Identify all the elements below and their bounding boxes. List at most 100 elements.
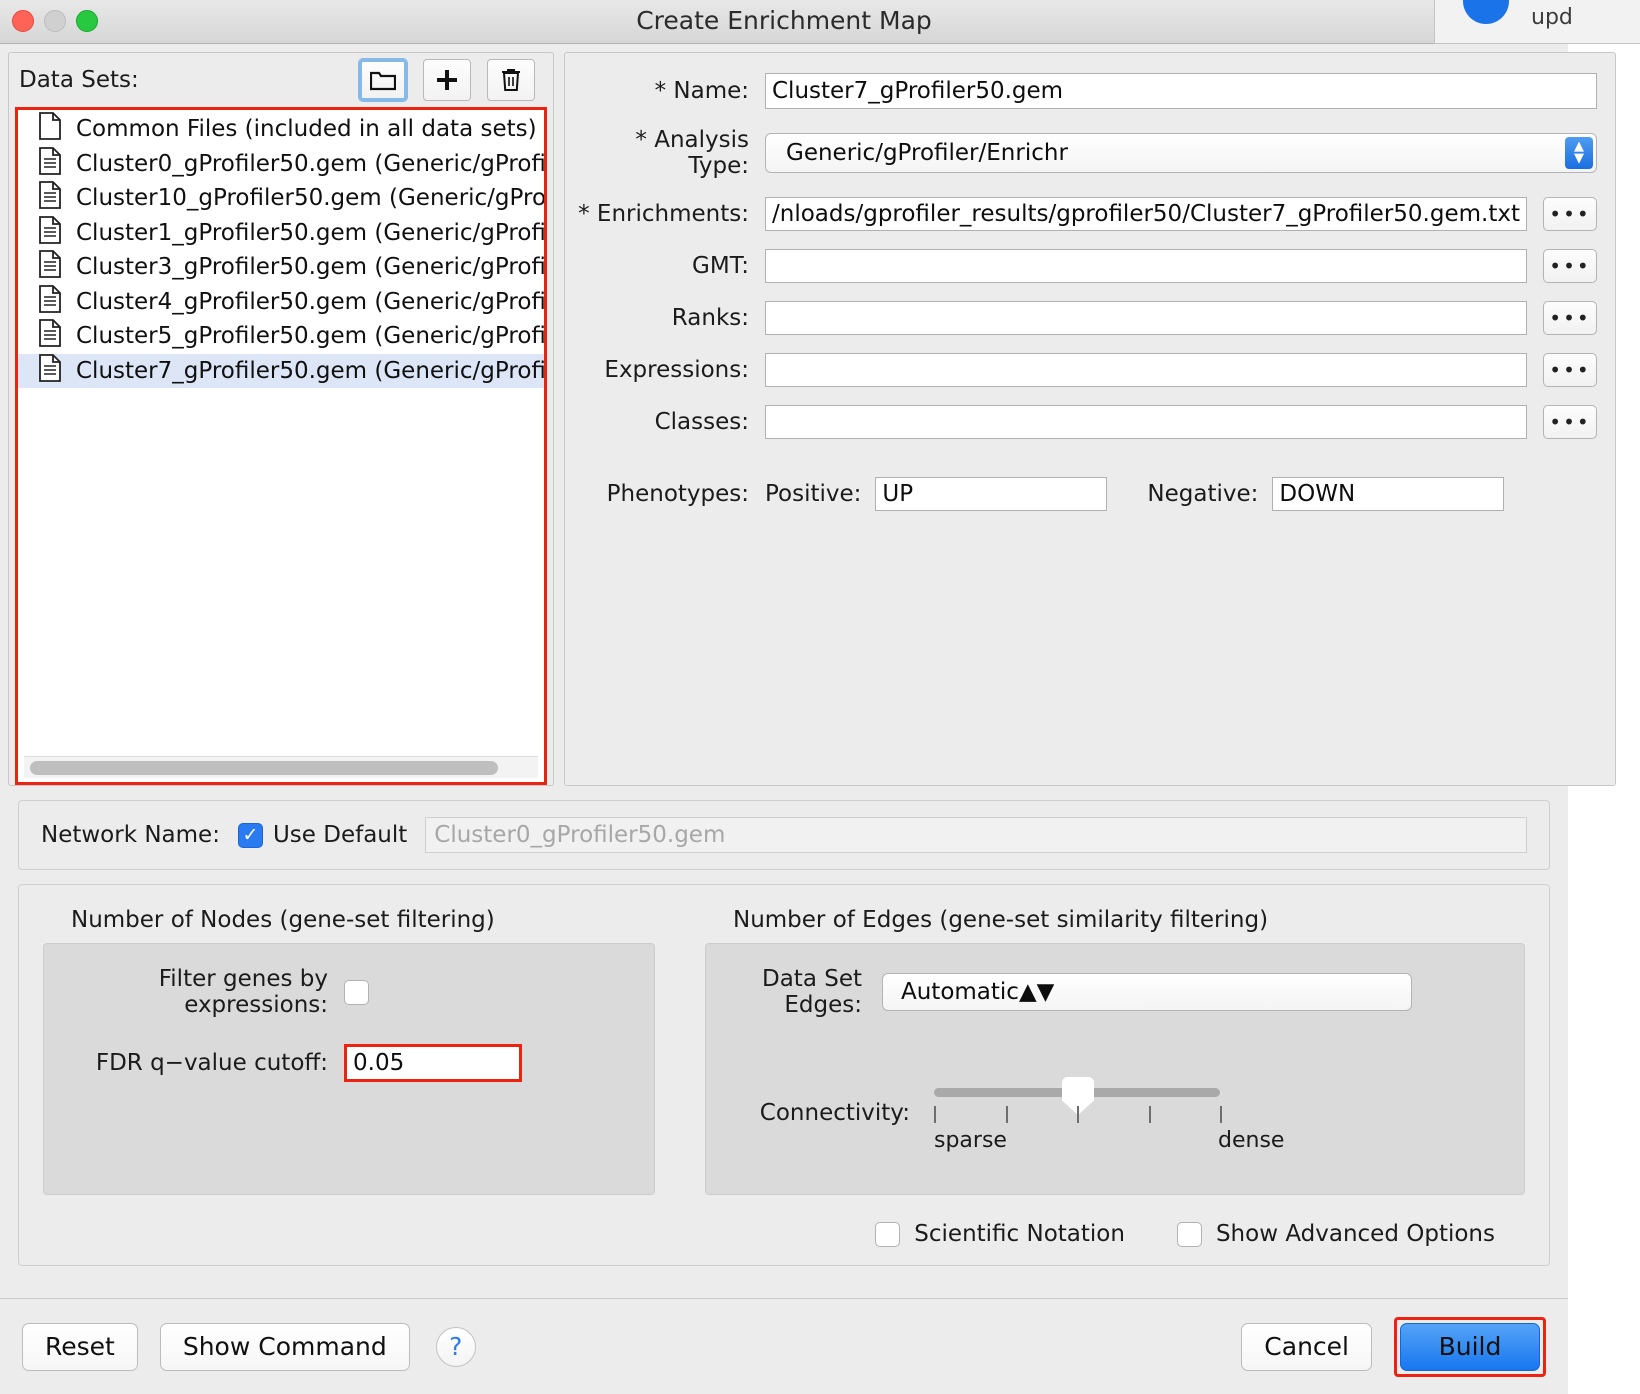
nodes-column: Number of Nodes (gene-set filtering) Fil… [43, 903, 655, 1195]
gmt-browse-button[interactable]: ••• [1542, 249, 1597, 283]
create-enrichment-map-window: Create Enrichment Map Data Sets: Common … [0, 0, 1616, 1394]
connectivity-min-label: sparse [934, 1128, 1007, 1153]
text-file-icon [38, 250, 64, 284]
fdr-input[interactable]: 0.05 [344, 1044, 522, 1082]
expressions-row: Expressions: ••• [575, 353, 1597, 387]
nodes-panel-title: Number of Nodes (gene-set filtering) [71, 907, 495, 933]
connectivity-tick [1148, 1106, 1151, 1123]
expressions-browse-button[interactable]: ••• [1542, 353, 1597, 387]
network-name-input[interactable]: Cluster0_gProfiler50.gem [425, 817, 1527, 853]
reset-button[interactable]: Reset [22, 1322, 138, 1371]
ranks-browse-button[interactable]: ••• [1542, 301, 1597, 335]
data-set-row-label: Cluster0_gProfiler50.gem (Generic/gProfi… [76, 150, 544, 177]
connectivity-tick [1077, 1106, 1079, 1123]
chevron-updown-icon[interactable]: ▲▼ [1564, 137, 1593, 169]
connectivity-max-label: dense [1218, 1128, 1285, 1153]
data-set-row[interactable]: Cluster4_gProfiler50.gem (Generic/gProfi… [18, 284, 544, 320]
text-file-icon [38, 319, 64, 353]
classes-label: Classes: [654, 409, 749, 435]
external-circle-icon [1463, 0, 1509, 24]
expressions-input[interactable] [765, 353, 1527, 387]
gmt-row: GMT: ••• [575, 249, 1597, 283]
main-split: Data Sets: Common Files (included in all… [0, 44, 1616, 786]
delete-button[interactable] [487, 59, 535, 101]
scrollbar-thumb[interactable] [30, 761, 498, 775]
negative-input[interactable]: DOWN [1272, 477, 1505, 511]
data-sets-label: Data Sets: [19, 67, 139, 93]
use-default-label: Use Default [272, 822, 408, 848]
data-set-edges-label: Data Set Edges: [762, 966, 862, 1018]
text-file-icon [38, 353, 64, 388]
analysis-type-select[interactable]: Generic/gProfiler/Enrichr ▲ ▼ [765, 133, 1597, 173]
data-set-row[interactable]: Cluster5_gProfiler50.gem (Generic/gProfi… [18, 319, 544, 354]
edges-panel-box: Data Set Edges: Automatic ▲▼ Connectivit… [705, 943, 1525, 1195]
text-file-icon [38, 215, 64, 250]
analysis-type-label: * Analysis Type: [635, 127, 749, 179]
ranks-row: Ranks: ••• [575, 301, 1597, 335]
data-set-edges-select[interactable]: Automatic ▲▼ [882, 973, 1412, 1011]
data-set-row[interactable]: Cluster10_gProfiler50.gem (Generic/gProf… [18, 181, 544, 216]
data-sets-list[interactable]: Common Files (included in all data sets)… [18, 110, 544, 388]
window-title: Create Enrichment Map [636, 6, 932, 35]
data-sets-pane: Data Sets: Common Files (included in all… [8, 52, 554, 786]
edges-panel-title: Number of Edges (gene-set similarity fil… [733, 907, 1269, 933]
data-set-row[interactable]: Cluster0_gProfiler50.gem (Generic/gProfi… [18, 146, 544, 182]
data-set-row-label: Cluster10_gProfiler50.gem (Generic/gProf… [76, 185, 544, 212]
blank-file-icon [38, 112, 64, 146]
data-set-row[interactable]: Cluster1_gProfiler50.gem (Generic/gProfi… [18, 215, 544, 251]
filter-genes-row: Filter genes by expressions: [44, 966, 654, 1018]
show-advanced-option[interactable]: Show Advanced Options [1176, 1221, 1495, 1247]
data-set-row-label: Cluster3_gProfiler50.gem (Generic/gProfi… [76, 254, 544, 281]
positive-input[interactable]: UP [875, 477, 1108, 511]
scientific-notation-checkbox[interactable] [875, 1221, 901, 1247]
classes-row: Classes: ••• [575, 405, 1597, 439]
title-bar: Create Enrichment Map [0, 0, 1568, 44]
open-folder-button[interactable] [359, 59, 407, 101]
filter-genes-checkbox[interactable] [344, 979, 369, 1005]
analysis-type-row: * Analysis Type: Generic/gProfiler/Enric… [575, 127, 1597, 179]
data-set-edges-value: Automatic [901, 979, 1019, 1005]
scientific-notation-option[interactable]: Scientific Notation [875, 1221, 1125, 1247]
cancel-button[interactable]: Cancel [1241, 1322, 1372, 1371]
data-set-row[interactable]: Cluster7_gProfiler50.gem (Generic/gProfi… [18, 353, 544, 388]
data-set-row-label: Common Files (included in all data sets) [76, 116, 537, 143]
help-icon[interactable]: ? [435, 1326, 476, 1367]
external-window-fragment: upd [1434, 0, 1640, 44]
connectivity-tick [1005, 1106, 1008, 1123]
build-button[interactable]: Build [1400, 1322, 1540, 1371]
network-name-bar: Network Name: Use Default Cluster0_gProf… [18, 800, 1550, 870]
data-sets-header: Data Sets: [9, 53, 553, 107]
name-label: * Name: [654, 78, 749, 104]
gmt-input[interactable] [765, 249, 1527, 283]
name-input[interactable]: Cluster7_gProfiler50.gem [765, 73, 1597, 109]
text-file-icon [38, 181, 64, 215]
use-default-checkbox[interactable] [237, 822, 263, 848]
data-sets-horizontal-scrollbar[interactable] [24, 756, 538, 778]
enrichments-browse-button[interactable]: ••• [1542, 197, 1597, 231]
ranks-label: Ranks: [671, 305, 749, 331]
connectivity-tick [1220, 1106, 1222, 1123]
ranks-input[interactable] [765, 301, 1527, 335]
show-command-button[interactable]: Show Command [159, 1322, 410, 1371]
edges-column: Number of Edges (gene-set similarity fil… [705, 903, 1525, 1195]
data-set-row[interactable]: Common Files (included in all data sets) [18, 112, 544, 147]
data-sets-list-container: Common Files (included in all data sets)… [15, 107, 547, 785]
data-set-row-label: Cluster4_gProfiler50.gem (Generic/gProfi… [76, 288, 544, 315]
plus-icon [435, 68, 459, 92]
add-button[interactable] [423, 59, 471, 101]
enrichments-input[interactable]: /nloads/gprofiler_results/gprofiler50/Cl… [765, 197, 1527, 231]
data-set-row-label: Cluster5_gProfiler50.gem (Generic/gProfi… [76, 323, 544, 350]
footer-bar: Reset Show Command ? Cancel Build [0, 1298, 1568, 1394]
show-advanced-checkbox[interactable] [1176, 1221, 1202, 1247]
classes-browse-button[interactable]: ••• [1542, 405, 1597, 439]
gmt-label: GMT: [692, 253, 749, 279]
text-file-icon [38, 284, 64, 319]
data-set-row[interactable]: Cluster3_gProfiler50.gem (Generic/gProfi… [18, 250, 544, 285]
connectivity-tick [934, 1106, 936, 1123]
negative-label: Negative: [1147, 481, 1259, 507]
chevron-updown-icon[interactable]: ▲▼ [1019, 979, 1054, 1005]
expressions-label: Expressions: [604, 357, 749, 383]
classes-input[interactable] [765, 405, 1527, 439]
build-button-highlight: Build [1394, 1316, 1546, 1377]
analysis-type-value: Generic/gProfiler/Enrichr [786, 140, 1068, 166]
